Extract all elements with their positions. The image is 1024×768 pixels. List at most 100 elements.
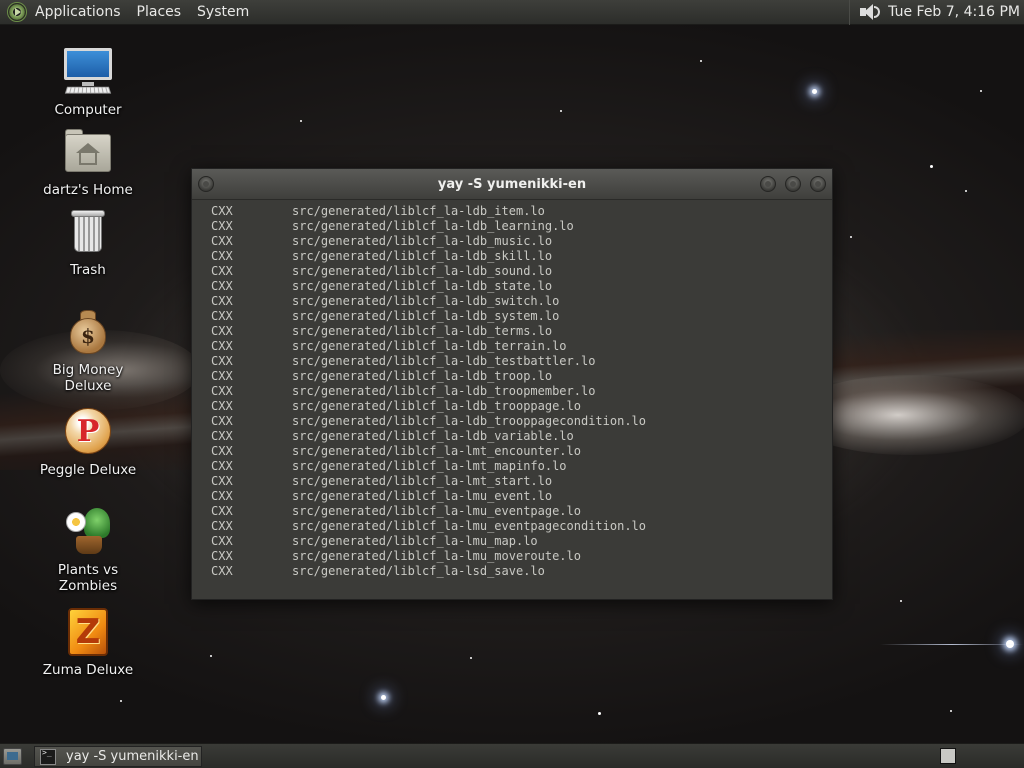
desktop-icon-peggle-deluxe[interactable]: P Peggle Deluxe bbox=[28, 406, 148, 478]
window-titlebar[interactable]: yay -S yumenikki-en bbox=[192, 169, 832, 200]
terminal-line: CXX src/generated/liblcf_la-ldb_sound.lo bbox=[211, 264, 832, 279]
terminal-line-tag: CXX bbox=[211, 294, 233, 308]
close-icon[interactable] bbox=[810, 176, 826, 192]
system-tray: Tue Feb 7, 4:16 PM bbox=[849, 0, 1024, 25]
terminal-line-tag: CXX bbox=[211, 549, 233, 563]
desktop-icon-computer[interactable]: Computer bbox=[28, 46, 148, 118]
terminal-line: CXX src/generated/liblcf_la-ldb_item.lo bbox=[211, 204, 832, 219]
terminal-line: CXX src/generated/liblcf_la-lmu_eventpage… bbox=[211, 504, 832, 519]
terminal-line-tag: CXX bbox=[211, 504, 233, 518]
terminal-line-tag: CXX bbox=[211, 219, 233, 233]
terminal-line-path: src/generated/liblcf_la-ldb_music.lo bbox=[292, 234, 553, 248]
terminal-line-path: src/generated/liblcf_la-lsd_save.lo bbox=[292, 564, 545, 578]
tray-separator bbox=[849, 0, 851, 25]
terminal-line-path: src/generated/liblcf_la-ldb_system.lo bbox=[292, 309, 560, 323]
terminal-line: CXX src/generated/liblcf_la-ldb_troop.lo bbox=[211, 369, 832, 384]
desktop-icon-plants-vs-zombies[interactable]: Plants vs Zombies bbox=[28, 506, 148, 594]
desktop-icon-trash[interactable]: Trash bbox=[28, 206, 148, 278]
terminal-line: CXX src/generated/liblcf_la-ldb_terrain.l… bbox=[211, 339, 832, 354]
terminal-line: CXX src/generated/liblcf_la-ldb_system.lo bbox=[211, 309, 832, 324]
show-desktop-icon[interactable] bbox=[3, 748, 22, 765]
terminal-line: CXX src/generated/liblcf_la-lmt_encounter… bbox=[211, 444, 832, 459]
terminal-line-path: src/generated/liblcf_la-ldb_skill.lo bbox=[292, 249, 553, 263]
terminal-line-path: src/generated/liblcf_la-ldb_troopmember.… bbox=[292, 384, 596, 398]
terminal-line-path: src/generated/liblcf_la-lmu_map.lo bbox=[292, 534, 538, 548]
terminal-line-tag: CXX bbox=[211, 534, 233, 548]
terminal-line-tag: CXX bbox=[211, 564, 233, 578]
maximize-icon[interactable] bbox=[785, 176, 801, 192]
menu-system[interactable]: System bbox=[189, 0, 257, 25]
taskbar-button-terminal[interactable]: yay -S yumenikki-en bbox=[34, 746, 202, 767]
desktop-icon-label: Computer bbox=[54, 102, 122, 118]
desktop-icon-home[interactable]: dartz's Home bbox=[28, 126, 148, 198]
terminal-line-path: src/generated/liblcf_la-ldb_variable.lo bbox=[292, 429, 574, 443]
desktop-icon-label: Zuma Deluxe bbox=[42, 662, 134, 678]
terminal-line: CXX src/generated/liblcf_la-lmt_mapinfo.l… bbox=[211, 459, 832, 474]
terminal-line-tag: CXX bbox=[211, 384, 233, 398]
desktop-icon-label: Trash bbox=[70, 262, 106, 278]
terminal-line-tag: CXX bbox=[211, 339, 233, 353]
terminal-line-path: src/generated/liblcf_la-ldb_sound.lo bbox=[292, 264, 553, 278]
terminal-line: CXX src/generated/liblcf_la-lmu_event.lo bbox=[211, 489, 832, 504]
app-menu-logo-icon[interactable] bbox=[7, 2, 27, 22]
desktop-icon-big-money-deluxe[interactable]: $ Big Money Deluxe bbox=[28, 306, 148, 394]
menu-applications[interactable]: Applications bbox=[27, 0, 129, 25]
window-title: yay -S yumenikki-en bbox=[437, 176, 587, 192]
terminal-line-path: src/generated/liblcf_la-ldb_state.lo bbox=[292, 279, 553, 293]
zuma-icon: Z bbox=[62, 606, 114, 658]
terminal-line-path: src/generated/liblcf_la-lmt_mapinfo.lo bbox=[292, 459, 567, 473]
terminal-line-path: src/generated/liblcf_la-lmu_eventpagecon… bbox=[292, 519, 647, 533]
terminal-line-path: src/generated/liblcf_la-lmt_start.lo bbox=[292, 474, 553, 488]
terminal-window[interactable]: yay -S yumenikki-en CXX src/generated/lib… bbox=[191, 168, 833, 600]
terminal-line: CXX src/generated/liblcf_la-ldb_terms.lo bbox=[211, 324, 832, 339]
terminal-icon bbox=[40, 748, 56, 765]
terminal-line: CXX src/generated/liblcf_la-ldb_skill.lo bbox=[211, 249, 832, 264]
plants-vs-zombies-icon bbox=[62, 506, 114, 558]
terminal-line-tag: CXX bbox=[211, 459, 233, 473]
terminal-line-tag: CXX bbox=[211, 324, 233, 338]
computer-icon bbox=[62, 46, 114, 98]
terminal-line: CXX src/generated/liblcf_la-ldb_testbattl… bbox=[211, 354, 832, 369]
terminal-line-path: src/generated/liblcf_la-ldb_item.lo bbox=[292, 204, 545, 218]
trash-icon bbox=[62, 206, 114, 258]
terminal-line-tag: CXX bbox=[211, 354, 233, 368]
terminal-output[interactable]: CXX src/generated/liblcf_la-ldb_item.lo CX… bbox=[192, 200, 832, 579]
terminal-line-tag: CXX bbox=[211, 519, 233, 533]
terminal-line-tag: CXX bbox=[211, 204, 233, 218]
terminal-line-tag: CXX bbox=[211, 309, 233, 323]
speaker-icon[interactable] bbox=[858, 2, 881, 22]
terminal-line: CXX src/generated/liblcf_la-lmu_eventpage… bbox=[211, 519, 832, 534]
terminal-line-tag: CXX bbox=[211, 489, 233, 503]
terminal-line-tag: CXX bbox=[211, 399, 233, 413]
terminal-line-tag: CXX bbox=[211, 264, 233, 278]
clock[interactable]: Tue Feb 7, 4:16 PM bbox=[888, 4, 1024, 20]
terminal-line-tag: CXX bbox=[211, 429, 233, 443]
desktop-icon-label: dartz's Home bbox=[43, 182, 133, 198]
terminal-line-tag: CXX bbox=[211, 444, 233, 458]
terminal-line-path: src/generated/liblcf_la-ldb_terms.lo bbox=[292, 324, 553, 338]
minimize-icon[interactable] bbox=[760, 176, 776, 192]
top-panel: Applications Places System Tue Feb 7, 4:… bbox=[0, 0, 1024, 25]
terminal-line-path: src/generated/liblcf_la-ldb_terrain.lo bbox=[292, 339, 567, 353]
terminal-line: CXX src/generated/liblcf_la-ldb_state.lo bbox=[211, 279, 832, 294]
desktop-icon-label: Big Money Deluxe bbox=[52, 362, 124, 394]
money-bag-icon: $ bbox=[62, 306, 114, 358]
terminal-line-path: src/generated/liblcf_la-lmt_encounter.lo bbox=[292, 444, 581, 458]
terminal-line-path: src/generated/liblcf_la-ldb_switch.lo bbox=[292, 294, 560, 308]
terminal-line-tag: CXX bbox=[211, 249, 233, 263]
workspace-switcher-icon[interactable] bbox=[940, 748, 956, 764]
terminal-line-path: src/generated/liblcf_la-lmu_eventpage.lo bbox=[292, 504, 581, 518]
terminal-line-path: src/generated/liblcf_la-ldb_testbattler.… bbox=[292, 354, 596, 368]
window-menu-icon[interactable] bbox=[198, 176, 214, 192]
terminal-line-path: src/generated/liblcf_la-ldb_trooppage.lo bbox=[292, 399, 581, 413]
terminal-line-path: src/generated/liblcf_la-lmu_moveroute.lo bbox=[292, 549, 581, 563]
terminal-line: CXX src/generated/liblcf_la-lmu_map.lo bbox=[211, 534, 832, 549]
terminal-line: CXX src/generated/liblcf_la-ldb_switch.lo bbox=[211, 294, 832, 309]
taskbar-button-label: yay -S yumenikki-en bbox=[66, 749, 199, 764]
peggle-icon: P bbox=[62, 406, 114, 458]
terminal-line-tag: CXX bbox=[211, 414, 233, 428]
bottom-panel: yay -S yumenikki-en bbox=[0, 743, 1024, 768]
terminal-line-tag: CXX bbox=[211, 279, 233, 293]
desktop-icon-zuma-deluxe[interactable]: Z Zuma Deluxe bbox=[28, 606, 148, 678]
menu-places[interactable]: Places bbox=[129, 0, 190, 25]
